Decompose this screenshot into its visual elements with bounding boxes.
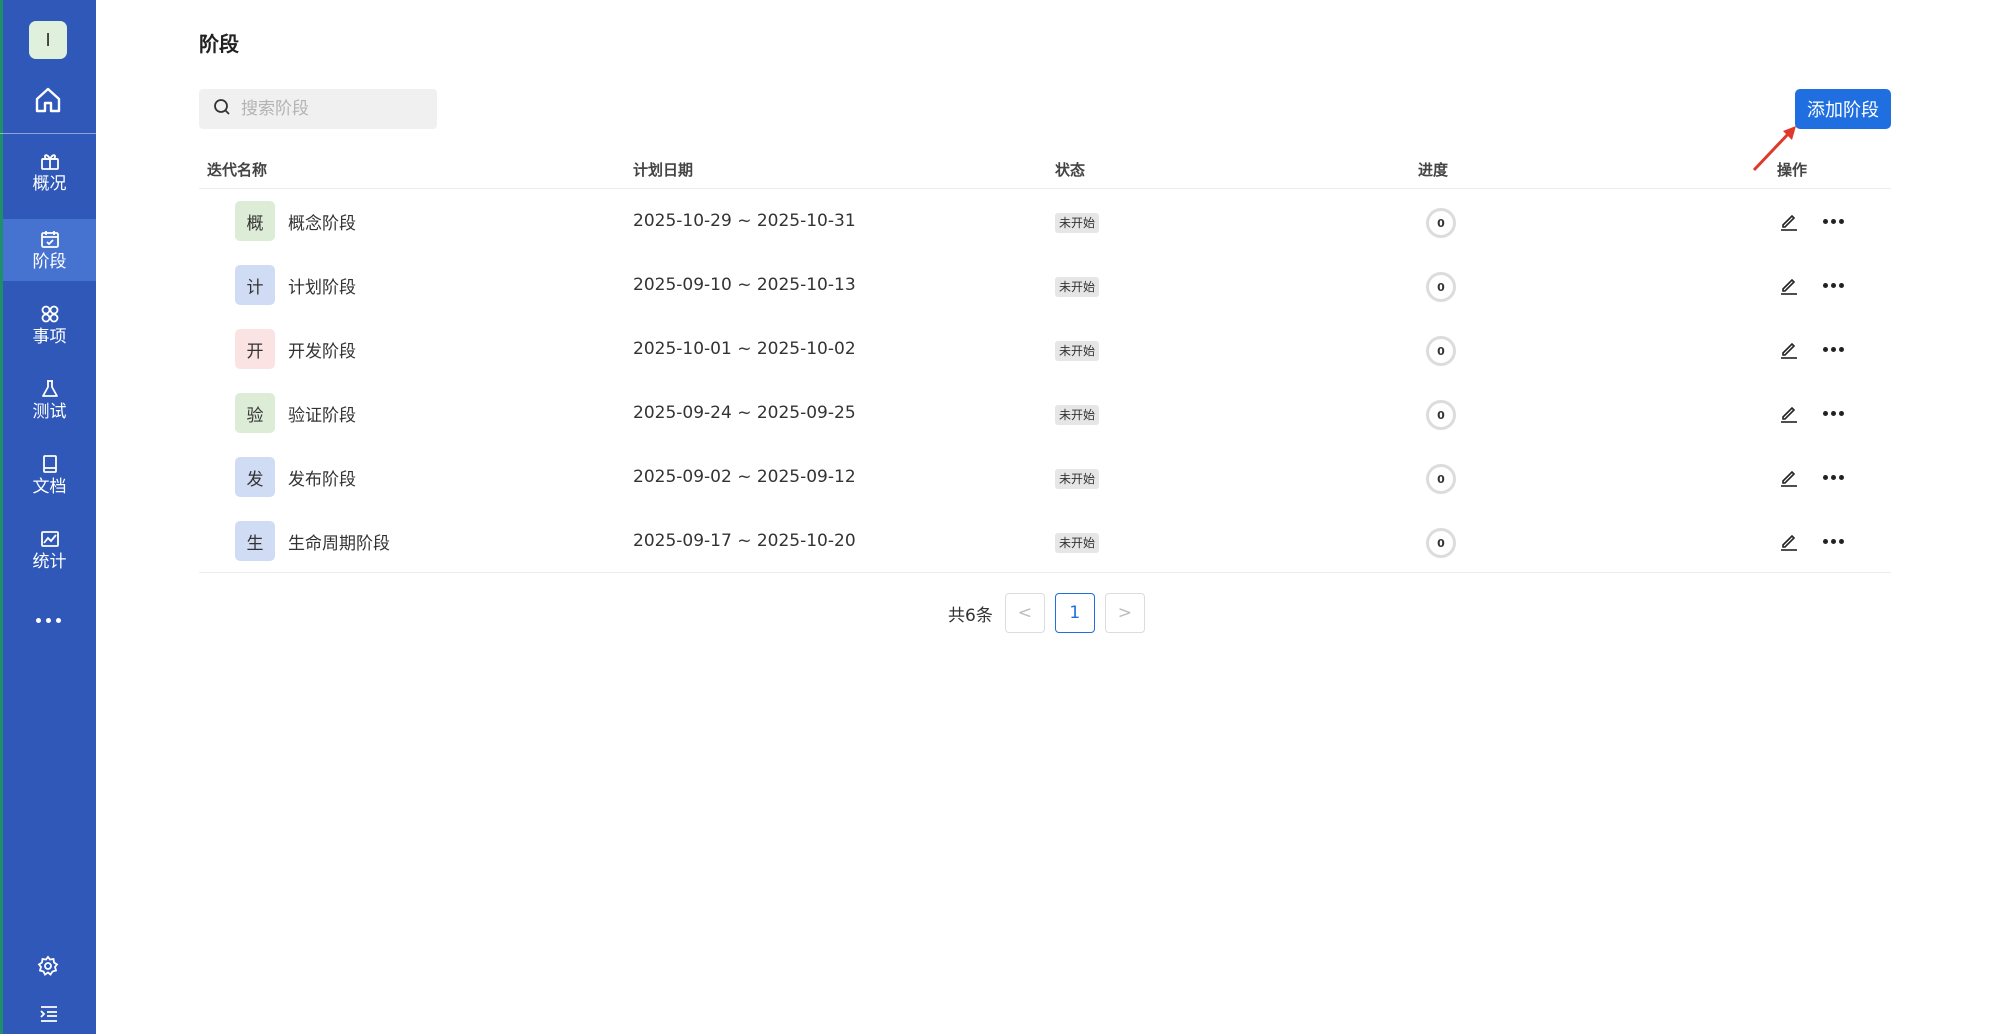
avatar[interactable]: I: [29, 21, 67, 59]
sidebar: I 概况 阶段 事项 测试 文档 统计: [0, 0, 96, 1034]
pagination-total: 共6条: [948, 605, 993, 626]
page-title: 阶段: [199, 32, 239, 56]
edit-icon[interactable]: [1777, 337, 1801, 361]
stage-name[interactable]: 生命周期阶段: [288, 529, 390, 554]
stage-date: 2025-10-29 ~ 2025-10-31: [633, 211, 856, 231]
sidebar-item-test[interactable]: 测试: [3, 369, 96, 431]
stage-date: 2025-09-24 ~ 2025-09-25: [633, 403, 856, 423]
more-actions-icon[interactable]: [1821, 531, 1845, 551]
search-box[interactable]: [199, 89, 437, 129]
home-icon[interactable]: [30, 82, 66, 118]
sidebar-item-docs[interactable]: 文档: [3, 444, 96, 506]
sidebar-item-label: 统计: [32, 552, 67, 572]
page-button-current[interactable]: 1: [1054, 593, 1095, 633]
chart-icon: [39, 528, 61, 550]
stage-badge: 验: [235, 393, 275, 433]
prev-page-button[interactable]: <: [1004, 593, 1045, 633]
more-icon[interactable]: [30, 610, 66, 630]
stage-date: 2025-09-10 ~ 2025-10-13: [633, 275, 856, 295]
status-badge: 未开始: [1055, 341, 1100, 361]
column-header-name: 迭代名称: [207, 161, 268, 179]
search-icon: [213, 98, 231, 120]
column-header-actions: 操作: [1777, 161, 1808, 179]
table-row[interactable]: 发 发布阶段 2025-09-02 ~ 2025-09-12 未开始 0: [199, 445, 1891, 509]
stage-badge: 计: [235, 265, 275, 305]
status-badge: 未开始: [1055, 533, 1100, 553]
table-row[interactable]: 开 开发阶段 2025-10-01 ~ 2025-10-02 未开始 0: [199, 317, 1891, 381]
progress-circle: 0: [1426, 464, 1456, 494]
sidebar-item-overview[interactable]: 概况: [3, 141, 96, 203]
stage-badge: 生: [235, 521, 275, 561]
book-icon: [39, 453, 61, 475]
table-row[interactable]: 生 生命周期阶段 2025-09-17 ~ 2025-10-20 未开始 0: [199, 509, 1891, 573]
stage-name[interactable]: 计划阶段: [288, 273, 356, 298]
status-badge: 未开始: [1055, 469, 1100, 489]
table-row[interactable]: 验 验证阶段 2025-09-24 ~ 2025-09-25 未开始 0: [199, 381, 1891, 445]
stage-name[interactable]: 验证阶段: [288, 401, 356, 426]
edit-icon[interactable]: [1777, 465, 1801, 489]
gift-icon: [39, 150, 61, 172]
edit-icon[interactable]: [1777, 209, 1801, 233]
more-actions-icon[interactable]: [1821, 403, 1845, 423]
column-header-progress: 进度: [1418, 161, 1449, 179]
progress-circle: 0: [1426, 528, 1456, 558]
next-page-button[interactable]: >: [1104, 593, 1145, 633]
stage-table: 迭代名称 计划日期 状态 进度 操作 概 概念阶段 2025-10-29 ~ 2…: [199, 149, 1891, 573]
edit-icon[interactable]: [1777, 401, 1801, 425]
status-badge: 未开始: [1055, 405, 1100, 425]
items-icon: [39, 303, 61, 325]
stage-badge: 开: [235, 329, 275, 369]
progress-circle: 0: [1426, 272, 1456, 302]
sidebar-divider: [0, 133, 96, 134]
edit-icon[interactable]: [1777, 529, 1801, 553]
column-header-status: 状态: [1055, 161, 1086, 179]
more-actions-icon[interactable]: [1821, 275, 1845, 295]
status-badge: 未开始: [1055, 213, 1100, 233]
stage-name[interactable]: 发布阶段: [288, 465, 356, 490]
stage-name[interactable]: 开发阶段: [288, 337, 356, 362]
progress-circle: 0: [1426, 336, 1456, 366]
column-header-date: 计划日期: [633, 161, 694, 179]
stage-name[interactable]: 概念阶段: [288, 209, 356, 234]
pagination: 共6条 < 1 >: [948, 593, 1155, 633]
sidebar-item-label: 概况: [32, 174, 67, 194]
sidebar-item-stats[interactable]: 统计: [3, 519, 96, 581]
search-input[interactable]: [241, 99, 421, 119]
sidebar-item-label: 阶段: [32, 252, 67, 272]
add-stage-button[interactable]: 添加阶段: [1795, 89, 1891, 129]
sidebar-item-stages[interactable]: 阶段: [3, 219, 96, 281]
table-row[interactable]: 计 计划阶段 2025-09-10 ~ 2025-10-13 未开始 0: [199, 253, 1891, 317]
progress-circle: 0: [1426, 400, 1456, 430]
stage-date: 2025-09-17 ~ 2025-10-20: [633, 531, 856, 551]
sidebar-item-label: 事项: [32, 327, 67, 347]
flask-icon: [39, 378, 61, 400]
status-badge: 未开始: [1055, 277, 1100, 297]
gear-icon[interactable]: [36, 954, 60, 978]
stage-date: 2025-10-01 ~ 2025-10-02: [633, 339, 856, 359]
more-actions-icon[interactable]: [1821, 467, 1845, 487]
table-row[interactable]: 概 概念阶段 2025-10-29 ~ 2025-10-31 未开始 0: [199, 189, 1891, 253]
edit-icon[interactable]: [1777, 273, 1801, 297]
sidebar-item-label: 测试: [32, 402, 67, 422]
calendar-icon: [39, 228, 61, 250]
stage-badge: 概: [235, 201, 275, 241]
sidebar-item-items[interactable]: 事项: [3, 294, 96, 356]
more-actions-icon[interactable]: [1821, 339, 1845, 359]
more-actions-icon[interactable]: [1821, 211, 1845, 231]
progress-circle: 0: [1426, 208, 1456, 238]
table-header: 迭代名称 计划日期 状态 进度 操作: [199, 149, 1891, 189]
stage-date: 2025-09-02 ~ 2025-09-12: [633, 467, 856, 487]
stage-badge: 发: [235, 457, 275, 497]
collapse-menu-icon[interactable]: [38, 1004, 60, 1024]
sidebar-item-label: 文档: [32, 477, 67, 497]
